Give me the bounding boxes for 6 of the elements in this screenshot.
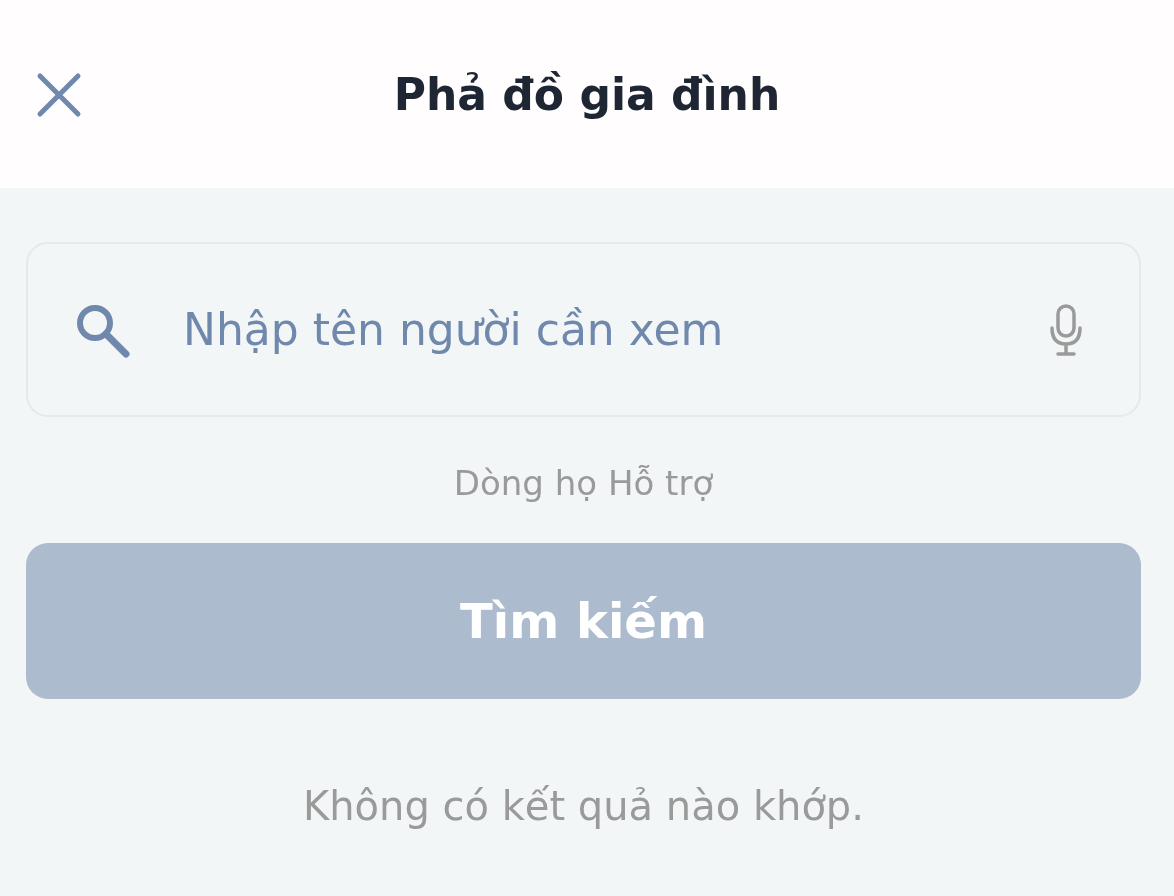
close-icon bbox=[36, 72, 82, 118]
search-field[interactable]: Nhập tên người cần xem bbox=[181, 303, 999, 356]
hint-text: Dòng họ Hỗ trợ bbox=[453, 463, 714, 503]
page-title: Phả đồ gia đình bbox=[393, 68, 781, 120]
microphone-icon[interactable] bbox=[1049, 303, 1083, 356]
empty-message: Không có kết quả nào khớp. bbox=[303, 783, 864, 829]
